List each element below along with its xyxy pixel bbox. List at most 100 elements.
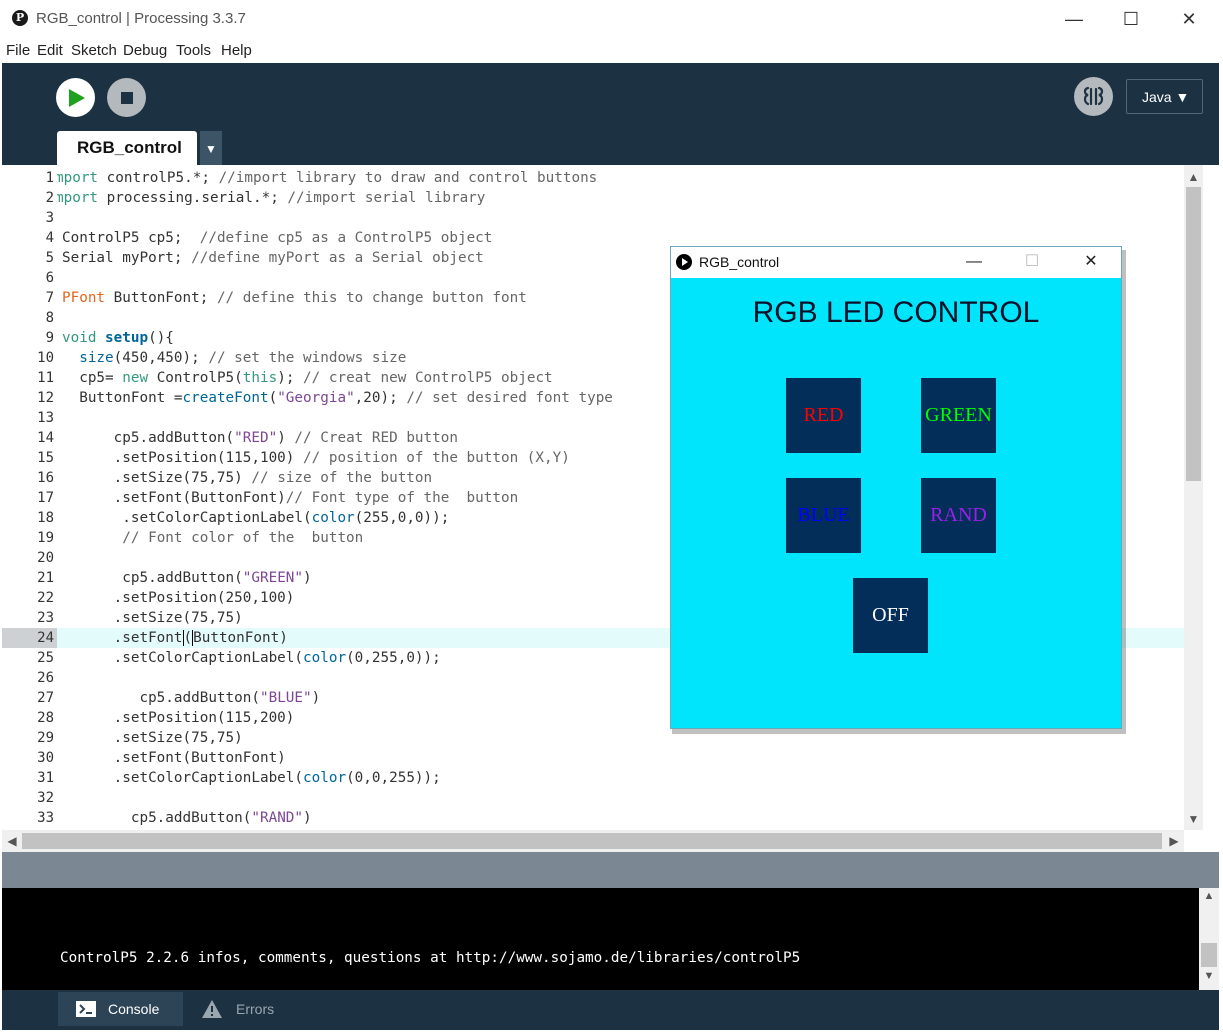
line-numbers: 1 2 3 4 5 6 7 8 9 10 11 12 13 14 15 16 17 18 19 20 21 22 23 24 2…	[2, 168, 57, 830]
line-number: 32	[37, 790, 54, 806]
line-number: 27	[37, 690, 54, 706]
line-number: 12	[37, 390, 54, 406]
code-line[interactable]: .setSize(75,75) // size of the button	[62, 468, 433, 488]
code-line[interactable]: .setSize(75,75)	[62, 608, 243, 628]
message-bar	[2, 852, 1219, 888]
console-scroll-down-icon[interactable]: ▼	[1199, 970, 1219, 988]
minimize-button[interactable]: —	[1045, 4, 1103, 34]
play-icon	[69, 89, 85, 107]
menu-edit[interactable]: Edit	[37, 42, 63, 59]
code-line[interactable]: .setFont(ButtonFont)	[62, 748, 286, 768]
code-line[interactable]: Serial myPort; //define myPort as a Seri…	[62, 248, 484, 268]
code-line[interactable]: .setPosition(250,100)	[62, 588, 295, 608]
code-line[interactable]: .setColorCaptionLabel(color(255,0,0));	[62, 508, 449, 528]
line-number: 20	[37, 550, 54, 566]
mode-selector[interactable]: Java ▼	[1126, 79, 1203, 114]
footer-bar	[2, 990, 1219, 1030]
code-line[interactable]: ControlP5 cp5; //define cp5 as a Control…	[62, 228, 492, 248]
code-line[interactable]: cp5= new ControlP5(this); // creat new C…	[62, 368, 552, 388]
line-number: 1	[45, 170, 54, 186]
line-number: 6	[45, 270, 54, 286]
editor-vertical-scroll-thumb[interactable]	[1186, 187, 1201, 481]
debugger-button[interactable]	[1074, 77, 1113, 116]
line-number: 26	[37, 670, 54, 686]
code-line[interactable]: .setColorCaptionLabel(color(0,255,0));	[62, 648, 441, 668]
editor-horizontal-scroll-thumb[interactable]	[22, 833, 1162, 849]
line-number: 21	[37, 570, 54, 586]
red-button[interactable]: RED	[786, 378, 861, 453]
window-title: RGB_control | Processing 3.3.7	[36, 10, 246, 27]
green-button[interactable]: GREEN	[921, 378, 996, 453]
scroll-down-arrow-icon[interactable]: ▼	[1184, 809, 1203, 829]
line-number: 18	[37, 510, 54, 526]
line-number: 4	[45, 230, 54, 246]
blue-button[interactable]: BLUE	[786, 478, 861, 553]
line-number: 11	[37, 370, 54, 386]
menu-file[interactable]: File	[6, 42, 30, 59]
line-number: 13	[37, 410, 54, 426]
code-line[interactable]: cp5.addButton("RAND")	[62, 808, 312, 828]
code-line[interactable]: .setColorCaptionLabel(color(0,0,255));	[62, 768, 441, 788]
menu-debug[interactable]: Debug	[123, 42, 167, 59]
line-number: 9	[45, 330, 54, 346]
scroll-left-arrow-icon[interactable]: ◀	[2, 830, 22, 852]
tab-console-label: Console	[108, 1001, 160, 1017]
tab-errors[interactable]: Errors	[186, 992, 301, 1026]
sketch-minimize-button[interactable]: —	[959, 252, 989, 272]
terminal-icon	[76, 1001, 96, 1017]
code-line[interactable]: cp5.addButton("GREEN")	[62, 568, 311, 588]
line-number: 31	[37, 770, 54, 786]
sketch-title: RGB_control	[699, 254, 780, 270]
code-line[interactable]: .setPosition(115,100) // position of the…	[62, 448, 570, 468]
line-number: 7	[45, 290, 54, 306]
close-button[interactable]: ✕	[1160, 4, 1218, 34]
console-area[interactable]	[2, 888, 1199, 990]
tab-menu-button[interactable]: ▼	[200, 131, 222, 165]
line-number: 14	[37, 430, 54, 446]
code-line[interactable]: .setSize(75,75)	[62, 728, 243, 748]
butterfly-debug-icon	[1083, 86, 1104, 106]
stop-button[interactable]	[107, 78, 146, 117]
code-line[interactable]: PFont ButtonFont; // define this to chan…	[62, 288, 527, 308]
line-number: 29	[37, 730, 54, 746]
code-line[interactable]: ButtonFont =createFont("Georgia",20); //…	[62, 388, 613, 408]
code-line[interactable]: size(450,450); // set the windows size	[62, 348, 406, 368]
tab-console[interactable]: Console	[58, 992, 183, 1026]
code-line[interactable]: cp5.addButton("BLUE")	[62, 688, 320, 708]
console-output: ControlP5 2.2.6 infos, comments, questio…	[60, 950, 801, 966]
sketch-maximize-button[interactable]: ☐	[1017, 252, 1047, 272]
line-number: 8	[45, 310, 54, 326]
menu-help[interactable]: Help	[221, 42, 252, 59]
code-line[interactable]: // Font color of the button	[62, 528, 363, 548]
console-scroll-up-icon[interactable]: ▲	[1199, 890, 1219, 908]
line-number: 28	[37, 710, 54, 726]
scroll-right-arrow-icon[interactable]: ▶	[1164, 830, 1184, 852]
console-scroll-thumb[interactable]	[1201, 943, 1217, 967]
sketch-close-button[interactable]: ✕	[1076, 252, 1106, 272]
code-line[interactable]: cp5.addButton("RED") // Creat RED button	[62, 428, 458, 448]
maximize-button[interactable]: ☐	[1102, 4, 1160, 34]
run-button[interactable]	[56, 78, 95, 117]
line-number: 24	[37, 630, 54, 646]
code-line[interactable]: .setFont(ButtonFont)	[62, 628, 288, 648]
line-number: 15	[37, 450, 54, 466]
editor-right-margin	[1203, 165, 1219, 852]
code-line[interactable]: mport processing.serial.*; //import seri…	[57, 188, 485, 208]
line-number: 25	[37, 650, 54, 666]
tab-errors-label: Errors	[236, 1001, 275, 1017]
menu-sketch[interactable]: Sketch	[71, 42, 117, 59]
line-number: 17	[37, 490, 54, 506]
line-number: 19	[37, 530, 54, 546]
rand-button[interactable]: RAND	[921, 478, 996, 553]
tab-rgb-control[interactable]: RGB_control	[57, 131, 197, 165]
menu-tools[interactable]: Tools	[176, 42, 211, 59]
scroll-up-arrow-icon[interactable]: ▲	[1184, 167, 1203, 187]
code-line[interactable]: .setFont(ButtonFont)// Font type of the …	[62, 488, 519, 508]
code-line[interactable]: .setPosition(115,200)	[62, 708, 295, 728]
line-number: 3	[45, 210, 54, 226]
code-line[interactable]: void setup(){	[62, 328, 174, 348]
off-button[interactable]: OFF	[853, 578, 928, 653]
line-number: 30	[37, 750, 54, 766]
stop-icon	[121, 92, 133, 104]
code-line[interactable]: mport controlP5.*; //import library to d…	[57, 168, 597, 188]
